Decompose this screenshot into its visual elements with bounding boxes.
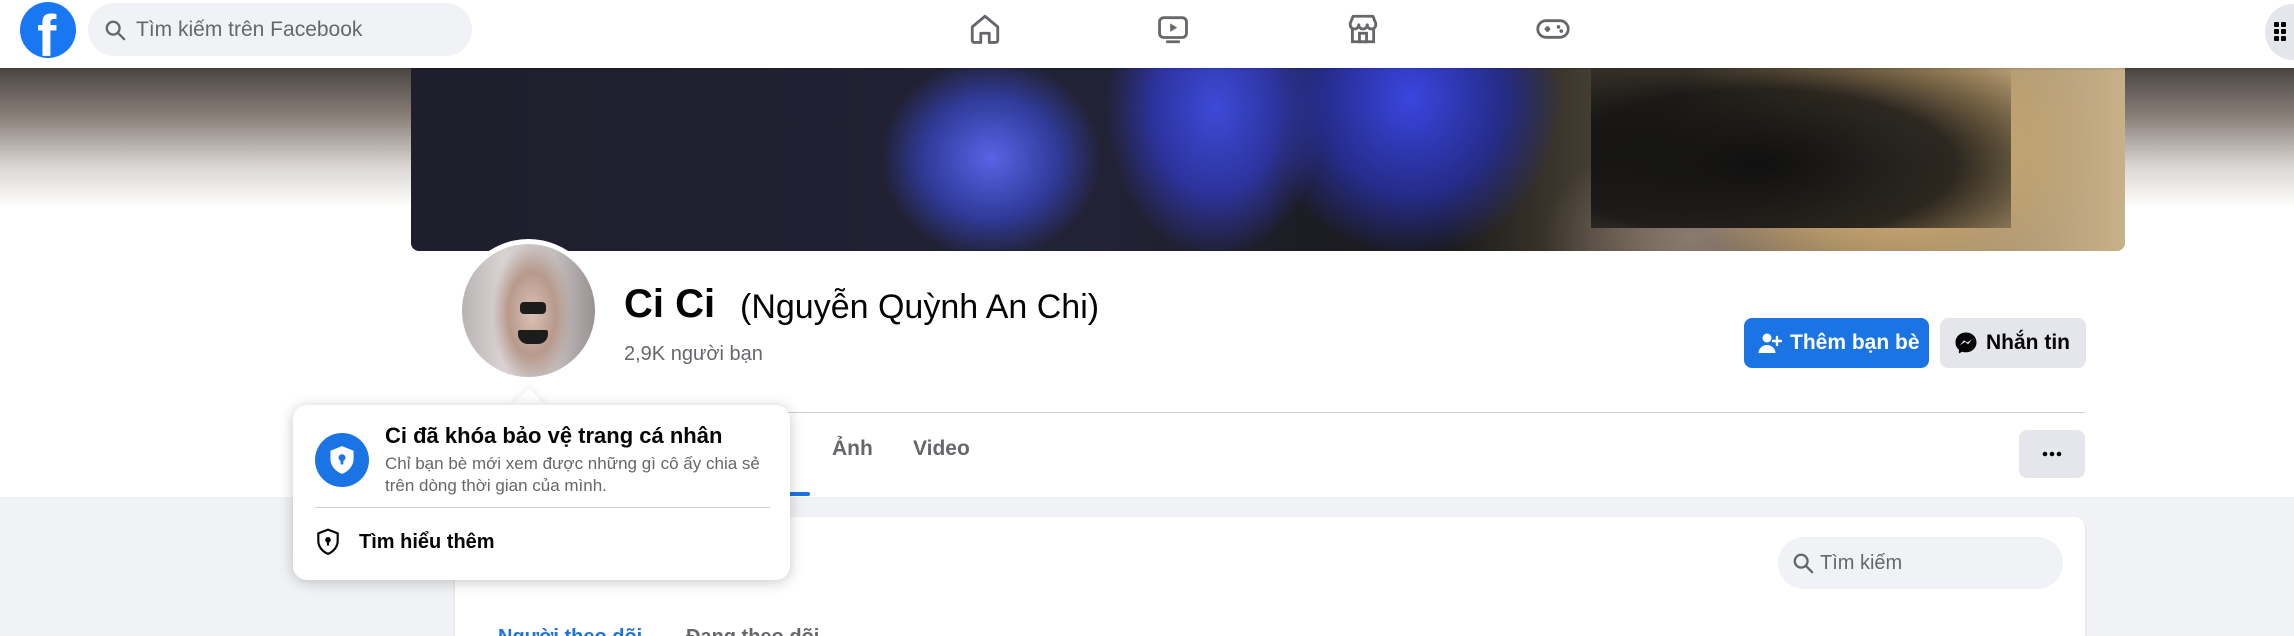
- profile-picture[interactable]: [457, 239, 600, 382]
- shield-keyhole-icon: [317, 528, 339, 556]
- watch-icon: [1158, 16, 1188, 44]
- facebook-search[interactable]: [88, 3, 472, 56]
- friends-search-input[interactable]: [1820, 537, 2050, 589]
- profile-alternate-name: (Nguyễn Quỳnh An Chi): [740, 288, 1100, 326]
- facebook-search-input[interactable]: [136, 3, 456, 56]
- locked-profile-popover: Ci đã khóa bảo vệ trang cá nhân Chỉ bạn …: [293, 405, 790, 580]
- tab-videos[interactable]: Video: [913, 437, 970, 461]
- nav-tab-home[interactable]: [930, 0, 1040, 58]
- home-icon: [970, 14, 1000, 44]
- message-button[interactable]: Nhắn tin: [1940, 318, 2086, 368]
- search-icon: [1793, 553, 1814, 574]
- shield-lock-icon: [315, 433, 369, 487]
- gaming-icon: [1536, 19, 1570, 39]
- nav-tab-marketplace[interactable]: [1308, 0, 1418, 58]
- top-navigation-bar: f: [0, 0, 2294, 68]
- popover-divider: [315, 507, 770, 508]
- messenger-icon: [1955, 332, 1977, 354]
- nav-tab-watch[interactable]: [1118, 0, 1228, 58]
- facebook-logo[interactable]: f: [20, 2, 76, 58]
- profile-name: Ci Ci: [624, 282, 716, 326]
- following-link[interactable]: Đang theo dõi: [686, 626, 819, 636]
- add-friend-label: Thêm bạn bè: [1790, 331, 1920, 354]
- cover-photo[interactable]: [411, 68, 2125, 251]
- nav-tab-gaming[interactable]: [1498, 0, 1608, 58]
- avatar: [462, 244, 595, 377]
- friends-search[interactable]: [1778, 537, 2063, 589]
- popover-title: Ci đã khóa bảo vệ trang cá nhân: [385, 423, 723, 448]
- more-options-button[interactable]: [2019, 430, 2085, 478]
- friend-count[interactable]: 2,9K người bạn: [624, 343, 763, 366]
- learn-more-link[interactable]: Tìm hiểu thêm: [359, 531, 495, 554]
- message-label: Nhắn tin: [1986, 331, 2070, 354]
- tab-photos[interactable]: Ảnh: [832, 437, 873, 461]
- add-friend-button[interactable]: Thêm bạn bè: [1744, 318, 1929, 368]
- followers-link[interactable]: Người theo dõi: [498, 626, 642, 636]
- cover-photo-shadow: [1591, 68, 2011, 228]
- add-friend-icon: [1758, 333, 1782, 353]
- more-dots-icon: [2042, 451, 2062, 457]
- facebook-logo-letter: f: [37, 4, 57, 59]
- marketplace-icon: [1348, 14, 1378, 44]
- search-icon: [105, 20, 126, 41]
- menu-button[interactable]: [2265, 4, 2294, 60]
- popover-description: Chỉ bạn bè mới xem được những gì cô ấy c…: [385, 454, 760, 495]
- grid-menu-icon: [2274, 22, 2286, 41]
